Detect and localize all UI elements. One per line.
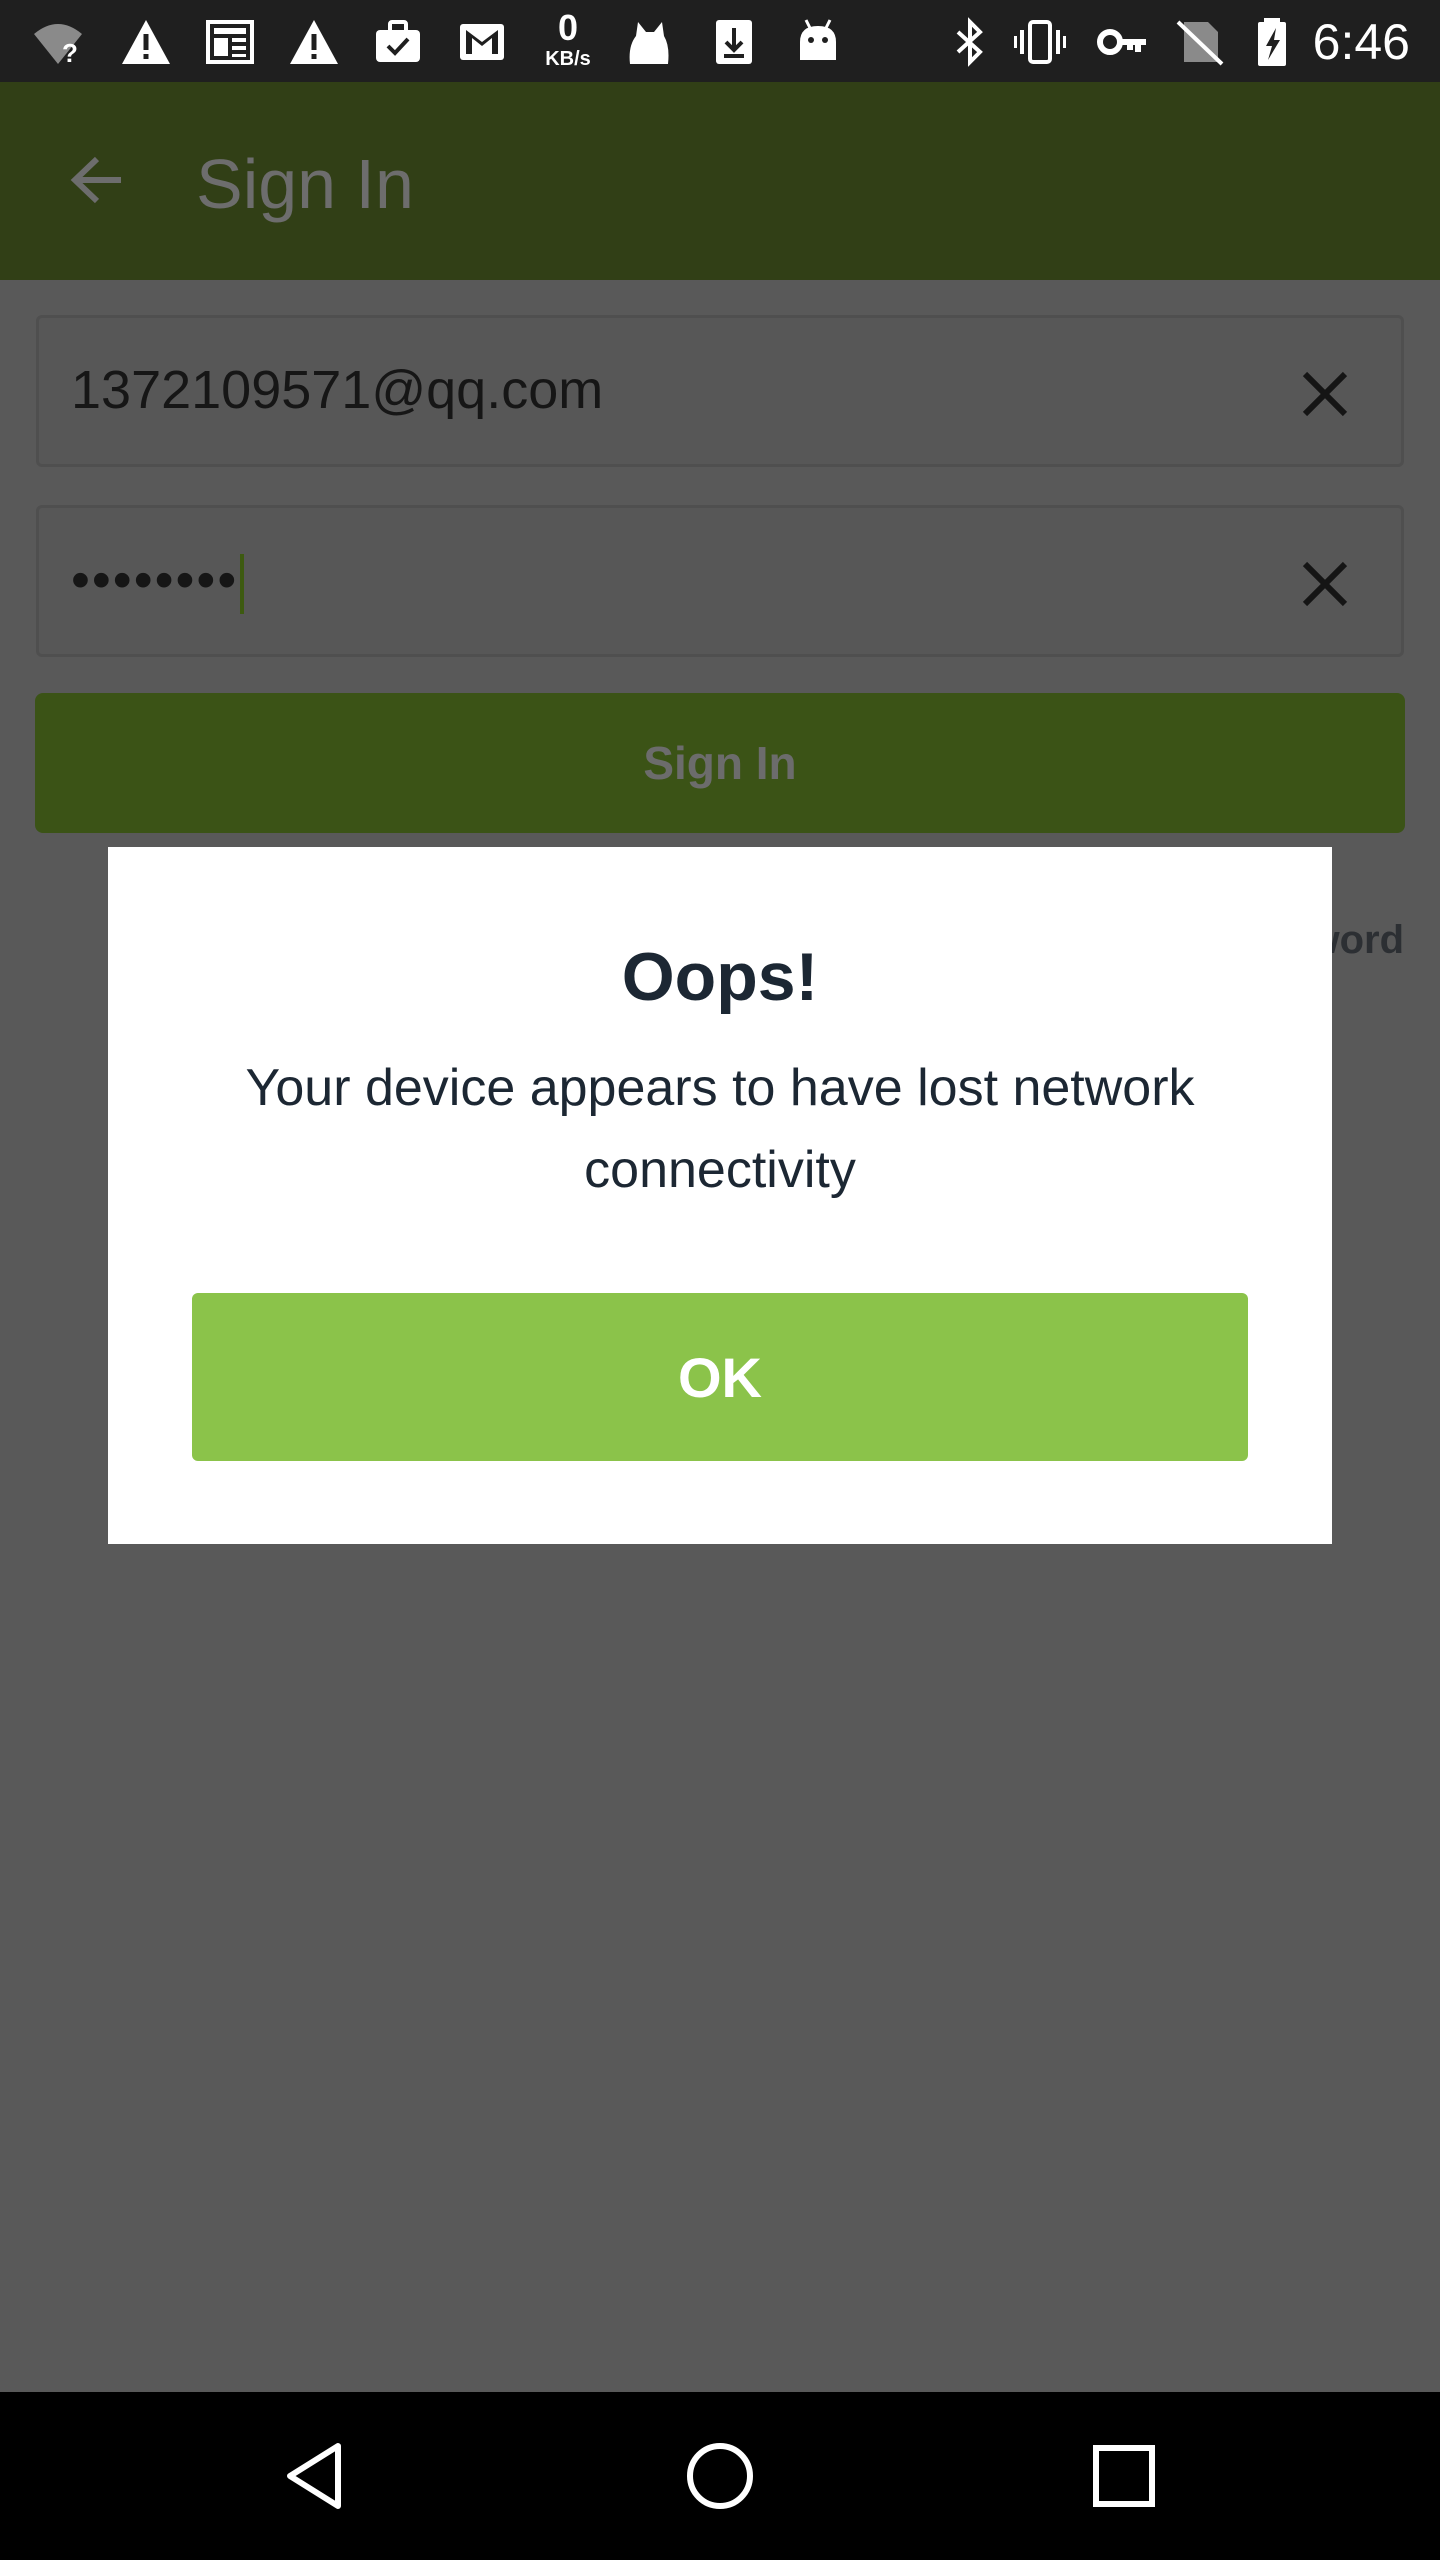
- svg-text:?: ?: [62, 38, 78, 68]
- clear-email-button[interactable]: [1289, 358, 1361, 430]
- alert-icon: [118, 14, 174, 70]
- nav-home-button[interactable]: [670, 2426, 770, 2526]
- bluetooth-icon: [942, 14, 998, 70]
- arrow-left-icon: [70, 156, 121, 204]
- email-field[interactable]: 1372109571@qq.com: [36, 315, 1404, 467]
- briefcase-check-icon: [370, 14, 426, 70]
- wifi-question-icon: ?: [30, 14, 86, 70]
- error-dialog: Oops! Your device appears to have lost n…: [108, 847, 1332, 1544]
- close-icon: [1302, 561, 1348, 607]
- password-dots: ••••••••: [71, 550, 239, 610]
- email-input[interactable]: 1372109571@qq.com: [71, 358, 603, 422]
- news-icon: [202, 14, 258, 70]
- gmail-icon: [454, 14, 510, 70]
- triangle-back-icon: [287, 2443, 341, 2509]
- password-input[interactable]: ••••••••: [71, 548, 245, 614]
- text-caret: [240, 553, 245, 614]
- android-icon: [790, 14, 846, 70]
- vpn-key-icon: [1094, 14, 1150, 70]
- page-title: Sign In: [196, 145, 414, 223]
- nav-recents-button[interactable]: [1074, 2426, 1174, 2526]
- close-icon: [1302, 371, 1348, 417]
- speed-value: 0: [557, 7, 579, 48]
- download-icon: [706, 14, 762, 70]
- nav-back-button[interactable]: [266, 2426, 366, 2526]
- status-bar: ? 0 KB/s 6:46: [0, 0, 1440, 82]
- clear-password-button[interactable]: [1289, 548, 1361, 620]
- dialog-title: Oops!: [621, 939, 819, 1015]
- circle-home-icon: [687, 2443, 753, 2509]
- speed-unit: KB/s: [545, 48, 591, 70]
- ok-button[interactable]: OK: [192, 1293, 1248, 1461]
- cat-icon: [620, 14, 676, 70]
- no-sim-icon: [1172, 14, 1228, 70]
- square-recents-icon: [1093, 2445, 1155, 2507]
- back-button[interactable]: [52, 134, 144, 226]
- clock: 6:46: [1312, 14, 1410, 70]
- network-speed: 0 KB/s: [538, 7, 598, 71]
- sign-in-button[interactable]: Sign In: [35, 693, 1405, 833]
- password-field[interactable]: ••••••••: [36, 505, 1404, 657]
- app-bar: Sign In: [0, 82, 1440, 280]
- vibrate-icon: [1012, 14, 1068, 70]
- navigation-bar: [0, 2392, 1440, 2560]
- alert-icon: [286, 14, 342, 70]
- dialog-message: Your device appears to have lost network…: [245, 1059, 1195, 1199]
- battery-charging-icon: [1244, 14, 1300, 70]
